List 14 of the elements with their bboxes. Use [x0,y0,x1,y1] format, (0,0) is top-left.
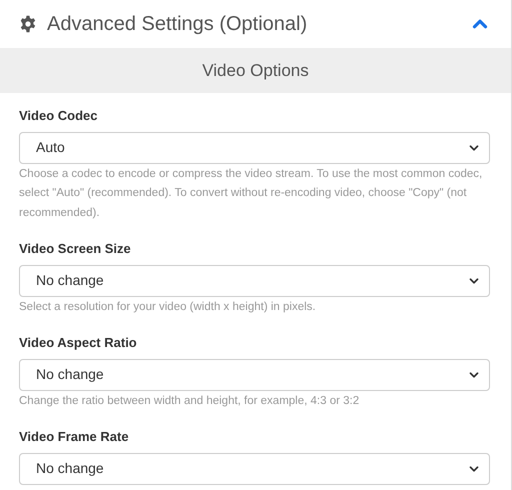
help-text: Change the ratio between width and height, for example, 4:3 or 3:2 [19,394,360,408]
section-header: Video Options [0,48,511,93]
panel-title: Advanced Settings (Optional) [47,12,308,37]
select-field[interactable]: Auto [19,132,490,164]
select-field[interactable]: No change [19,358,490,390]
field-label: Video Screen Size [19,240,132,258]
field-label: Video Aspect Ratio [19,334,138,352]
select-field[interactable]: No change [19,452,490,484]
gear-icon [19,15,37,33]
select-field[interactable]: No change [19,264,490,296]
field-label: Video Frame Rate [19,428,130,446]
help-text: Choose a codec to encode or compress the video stream. To use the most common codec, select "Auto" (recommended). To convert without re-encoding video, choose "Copy" (not recommended). [19,166,484,220]
help-text: Select a resolution for your video (width x height) in pixels. [19,300,317,314]
field-label: Video Codec [19,107,99,125]
